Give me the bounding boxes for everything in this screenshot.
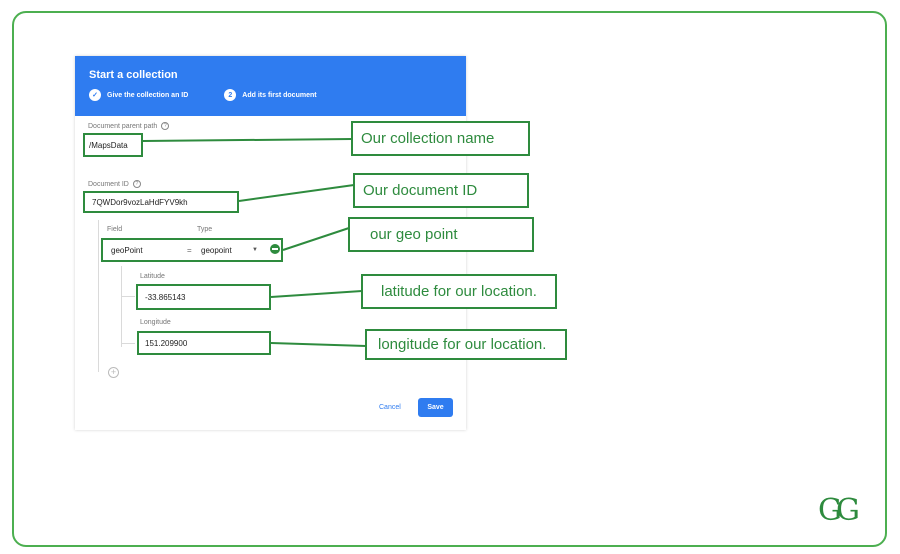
connector-longitude [270,342,367,347]
connector-collection [142,138,353,142]
connector-geo [282,227,350,251]
connector-latitude [270,290,363,298]
connector-document [238,184,355,202]
callout-collection-name: Our collection name [351,121,530,156]
callout-longitude: longitude for our location. [365,329,567,360]
gfg-logo: GG [818,493,860,528]
callout-geo-point: our geo point [348,217,534,252]
callout-document-id: Our document ID [353,173,529,208]
callout-latitude: latitude for our location. [361,274,557,309]
